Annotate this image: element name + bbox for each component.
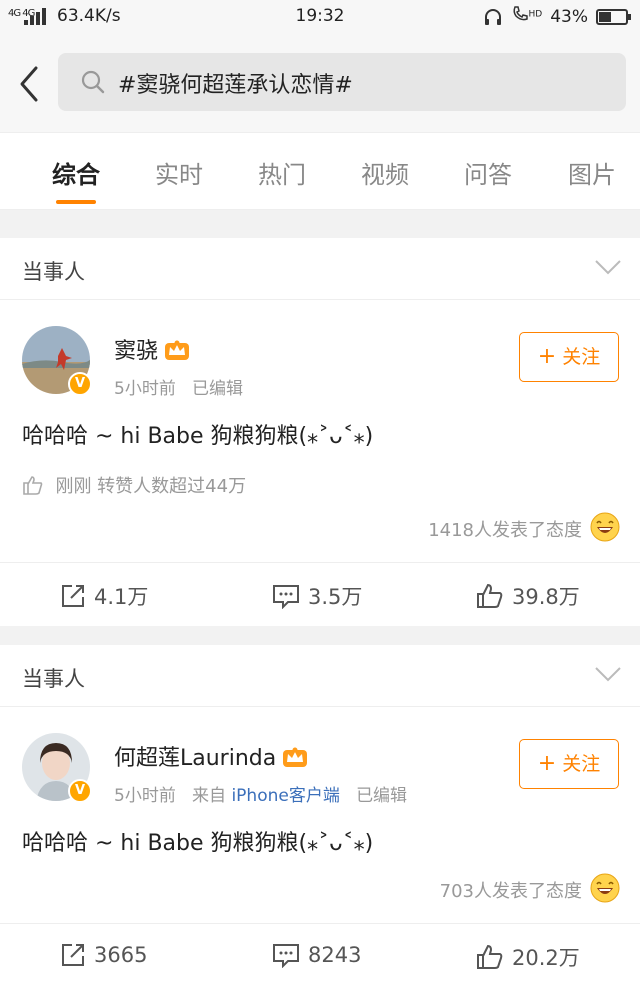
post-card: 当事人 V 窦骁 5小时前 已编辑 + 关注 哈哈哈 ~ hi Babe 狗粮狗… <box>0 238 640 626</box>
search-header: #窦骁何超莲承认恋情# <box>0 36 640 132</box>
battery-percent: 43% <box>550 6 588 27</box>
post-meta: 5小时前 已编辑 <box>114 379 244 399</box>
vip-crown-icon <box>283 747 308 767</box>
tab-realtime[interactable]: 实时 <box>139 155 219 190</box>
card-header: 当事人 <box>0 238 640 300</box>
post-text: 哈哈哈 ~ hi Babe 狗粮狗粮(⁎˃ᴗ˂⁎) <box>22 424 374 449</box>
post-card: 当事人 V 何超莲Laurinda 5小时前 来自 iPhone客户端 已编辑 … <box>0 645 640 1004</box>
username[interactable]: 何超莲Laurinda <box>114 740 308 772</box>
call-hd-icon: HD <box>511 5 542 28</box>
comment-button[interactable]: 3.5万 <box>272 581 362 611</box>
tab-hot[interactable]: 热门 <box>242 155 322 190</box>
post-meta: 5小时前 来自 iPhone客户端 已编辑 <box>114 786 408 806</box>
thumbs-up-icon <box>23 476 43 495</box>
post-text: 哈哈哈 ~ hi Babe 狗粮狗粮(⁎˃ᴗ˂⁎) <box>22 831 374 856</box>
laugh-emoji-icon <box>590 512 620 542</box>
like-button[interactable]: 20.2万 <box>476 942 580 972</box>
status-bar: 4G 4G 63.4K/s 19:32 HD 43% <box>0 0 640 36</box>
forward-info: 刚刚 转赞人数超过44万 <box>22 472 246 498</box>
comment-icon <box>273 944 299 968</box>
tab-qa[interactable]: 问答 <box>448 155 528 190</box>
chevron-down-icon[interactable] <box>594 665 622 683</box>
search-input[interactable]: #窦骁何超莲承认恋情# <box>58 53 626 111</box>
comment-icon <box>273 585 299 609</box>
section-title: 当事人 <box>22 260 85 284</box>
tab-images[interactable]: 图片 <box>552 155 632 190</box>
reaction-count[interactable]: 703人发表了态度 <box>440 877 582 903</box>
active-tab-indicator <box>56 200 96 204</box>
follow-button[interactable]: + 关注 <box>519 332 619 382</box>
comment-button[interactable]: 8243 <box>272 942 361 968</box>
search-query: #窦骁何超莲承认恋情# <box>118 73 353 98</box>
repost-button[interactable]: 3665 <box>60 942 147 968</box>
section-title: 当事人 <box>22 667 85 691</box>
chevron-down-icon[interactable] <box>594 258 622 276</box>
verified-badge-icon: V <box>68 779 92 803</box>
share-icon <box>62 585 84 607</box>
plus-icon: + <box>537 344 557 369</box>
reaction-count[interactable]: 1418人发表了态度 <box>428 516 582 542</box>
back-icon[interactable] <box>14 64 44 104</box>
search-icon <box>81 70 105 94</box>
battery-icon <box>596 8 631 25</box>
follow-button[interactable]: + 关注 <box>519 739 619 789</box>
tab-bar: 综合 实时 热门 视频 问答 图片 <box>0 132 640 210</box>
thumbs-up-icon <box>477 583 503 608</box>
plus-icon: + <box>537 751 557 776</box>
card-header: 当事人 <box>0 645 640 707</box>
verified-badge-icon: V <box>68 372 92 396</box>
action-bar: 3665 8243 20.2万 <box>0 923 640 987</box>
headphone-icon <box>484 8 501 25</box>
thumbs-up-icon <box>477 944 503 969</box>
action-bar: 4.1万 3.5万 39.8万 <box>0 562 640 626</box>
tab-comprehensive[interactable]: 综合 <box>36 155 116 204</box>
client-link[interactable]: iPhone客户端 <box>231 786 339 806</box>
laugh-emoji-icon <box>590 873 620 903</box>
username[interactable]: 窦骁 <box>114 333 190 365</box>
like-button[interactable]: 39.8万 <box>476 581 580 611</box>
tab-video[interactable]: 视频 <box>345 155 425 190</box>
repost-button[interactable]: 4.1万 <box>60 581 148 611</box>
vip-crown-icon <box>165 340 190 360</box>
share-icon <box>62 944 84 966</box>
